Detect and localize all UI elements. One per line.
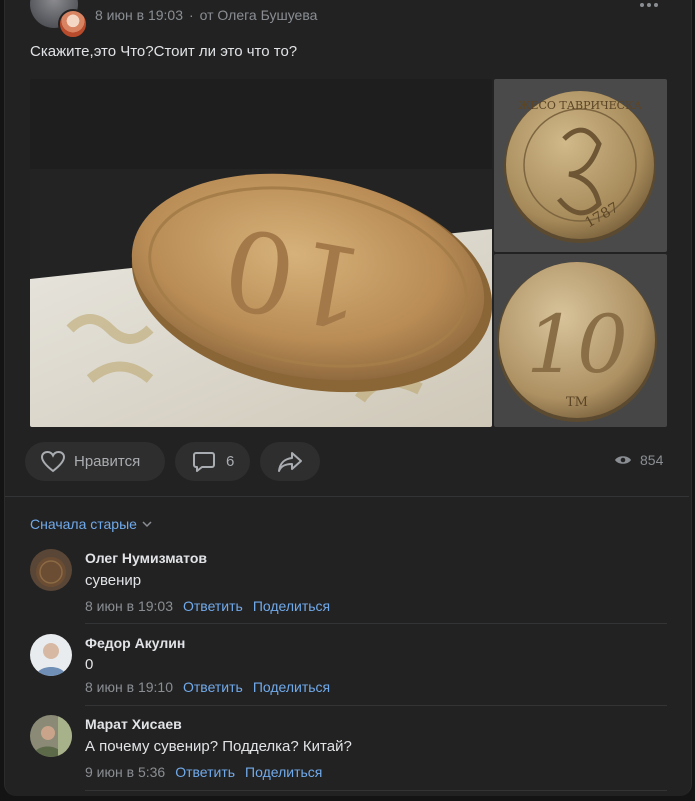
author-avatar[interactable] [58, 9, 88, 39]
reply-link[interactable]: Ответить [183, 598, 243, 614]
comment-text: сувенир [85, 572, 142, 589]
comment-avatar[interactable] [30, 634, 72, 676]
comment-avatar[interactable] [30, 549, 72, 591]
comment-author[interactable]: Федор Акулин [85, 635, 185, 651]
comment-date[interactable]: 9 июн в 5:36 [85, 764, 165, 780]
share-button[interactable] [260, 442, 320, 481]
views-counter: 854 [614, 452, 663, 468]
comment-text: 0 [85, 656, 94, 673]
eye-icon [614, 454, 632, 466]
share-link[interactable]: Поделиться [253, 598, 330, 614]
comment-date[interactable]: 8 июн в 19:03 [85, 598, 173, 614]
post-meta: 8 июн в 19:03 · от Олега Бушуева [95, 7, 317, 23]
chevron-down-icon [142, 520, 152, 528]
photo-coin-reverse[interactable]: 10 ТМ [494, 254, 667, 427]
comments-sort-label: Сначала старые [30, 516, 137, 532]
post-author[interactable]: от Олега Бушуева [200, 7, 318, 23]
coin-mint-mark: ТМ [566, 395, 588, 410]
reply-link[interactable]: Ответить [175, 764, 235, 780]
photo-coin-edge[interactable]: 10 [30, 79, 492, 427]
like-label: Нравится [74, 453, 141, 470]
heart-icon [40, 450, 66, 474]
comment-date[interactable]: 8 июн в 19:10 [85, 679, 173, 695]
share-icon [277, 451, 303, 473]
post-date[interactable]: 8 июн в 19:03 [95, 7, 183, 23]
views-count: 854 [640, 452, 664, 468]
comment-footer: 8 июн в 19:10 Ответить Поделиться [85, 679, 330, 695]
post-text: Скажите,это Что?Стоит ли это что то? [30, 43, 298, 60]
divider [5, 496, 689, 497]
like-button[interactable]: Нравится [25, 442, 165, 481]
comment-footer: 8 июн в 19:03 Ответить Поделиться [85, 598, 330, 614]
coin-denomination-text: 10 [214, 202, 374, 352]
coin-legend: ЖЕСО ТАВРИЧЕСКА [518, 99, 643, 112]
comment-author[interactable]: Марат Хисаев [85, 716, 182, 732]
reply-link[interactable]: Ответить [183, 679, 243, 695]
comment-button[interactable]: 6 [175, 442, 250, 481]
comments-sort-dropdown[interactable]: Сначала старые [30, 516, 152, 532]
comment-divider [85, 623, 667, 624]
photo-coin-obverse[interactable]: ЖЕСО ТАВРИЧЕСКА 1787 [494, 79, 667, 252]
comment-divider [85, 790, 667, 791]
comment-avatar[interactable] [30, 715, 72, 757]
comment-icon [192, 450, 216, 474]
share-link[interactable]: Поделиться [253, 679, 330, 695]
share-link[interactable]: Поделиться [245, 764, 322, 780]
comment-footer: 9 июн в 5:36 Ответить Поделиться [85, 764, 322, 780]
coin-reverse-denomination: 10 [526, 298, 628, 391]
comments-count: 6 [226, 453, 235, 470]
comment-text: А почему сувенир? Подделка? Китай? [85, 738, 352, 755]
meta-separator: · [188, 7, 194, 23]
comment-author[interactable]: Олег Нумизматов [85, 550, 207, 566]
more-icon[interactable] [640, 0, 664, 10]
comment-divider [85, 705, 667, 706]
